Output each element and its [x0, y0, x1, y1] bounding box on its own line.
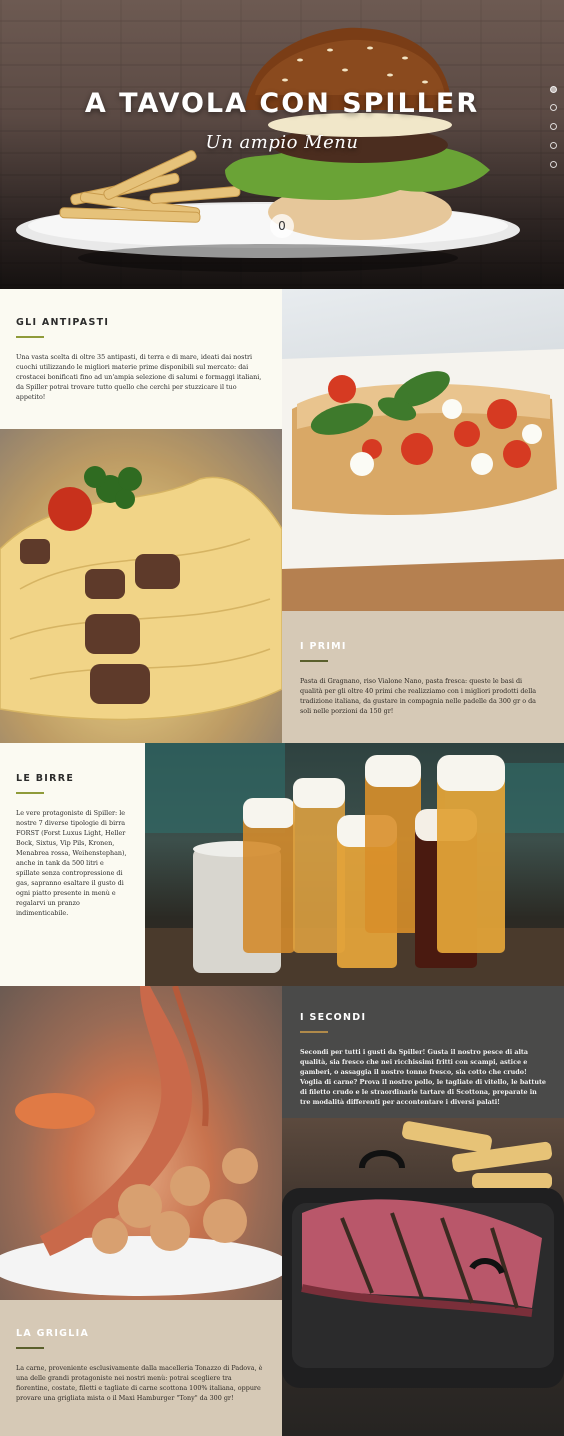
antipasti-divider [16, 336, 44, 338]
beer-image [145, 743, 564, 986]
hero-banner: A TAVOLA CON SPILLER Un ampio Menu 0 [0, 0, 564, 289]
hero-title: A TAVOLA CON SPILLER [84, 88, 480, 119]
griglia-section: LA GRIGLIA La carne, proveniente esclusi… [0, 1300, 282, 1436]
griglia-title: LA GRIGLIA [16, 1328, 90, 1339]
primi-text: Pasta di Gragnano, riso Vialone Nano, pa… [300, 677, 537, 715]
seafood-illustration [0, 986, 282, 1296]
nav-dot-1[interactable] [550, 86, 557, 93]
nav-dot-5[interactable] [550, 161, 557, 168]
secondi-section: I SECONDI Secondi per tutti i gusti da S… [282, 986, 564, 1118]
nav-dot-2[interactable] [550, 104, 557, 111]
grill-image [282, 1118, 564, 1436]
pasta-image [0, 429, 282, 743]
primi-divider [300, 660, 328, 662]
birre-section: LE BIRRE Le vere protagoniste di Spiller… [0, 743, 145, 986]
nav-dot-3[interactable] [550, 123, 557, 130]
secondi-title: I SECONDI [300, 1012, 367, 1023]
secondi-text: Secondi per tutti i gusti da Spiller! Gu… [300, 1048, 546, 1106]
hero-subtitle: Un ampio Menu [205, 132, 359, 153]
antipasti-section: GLI ANTIPASTI Una vasta scelta di oltre … [0, 289, 282, 429]
bruschetta-illustration [282, 349, 564, 611]
scroll-down-button[interactable]: 0 [270, 214, 294, 238]
nav-dot-4[interactable] [550, 142, 557, 149]
antipasti-title: GLI ANTIPASTI [16, 317, 110, 328]
primi-title: I PRIMI [300, 641, 347, 652]
seafood-image [0, 986, 282, 1300]
primi-section: I PRIMI Pasta di Gragnano, riso Vialone … [282, 611, 564, 743]
beer-illustration [145, 743, 564, 986]
pasta-illustration [0, 429, 282, 743]
bruschetta-image [282, 289, 564, 611]
birre-text: Le vere protagoniste di Spiller: le nost… [16, 809, 127, 917]
grill-illustration [282, 1121, 564, 1388]
antipasti-text: Una vasta scelta di oltre 35 antipasti, … [16, 353, 262, 401]
griglia-divider [16, 1347, 44, 1349]
birre-title: LE BIRRE [16, 773, 75, 784]
birre-divider [16, 792, 44, 794]
secondi-divider [300, 1031, 328, 1033]
griglia-text: La carne, proveniente esclusivamente dal… [16, 1364, 263, 1402]
